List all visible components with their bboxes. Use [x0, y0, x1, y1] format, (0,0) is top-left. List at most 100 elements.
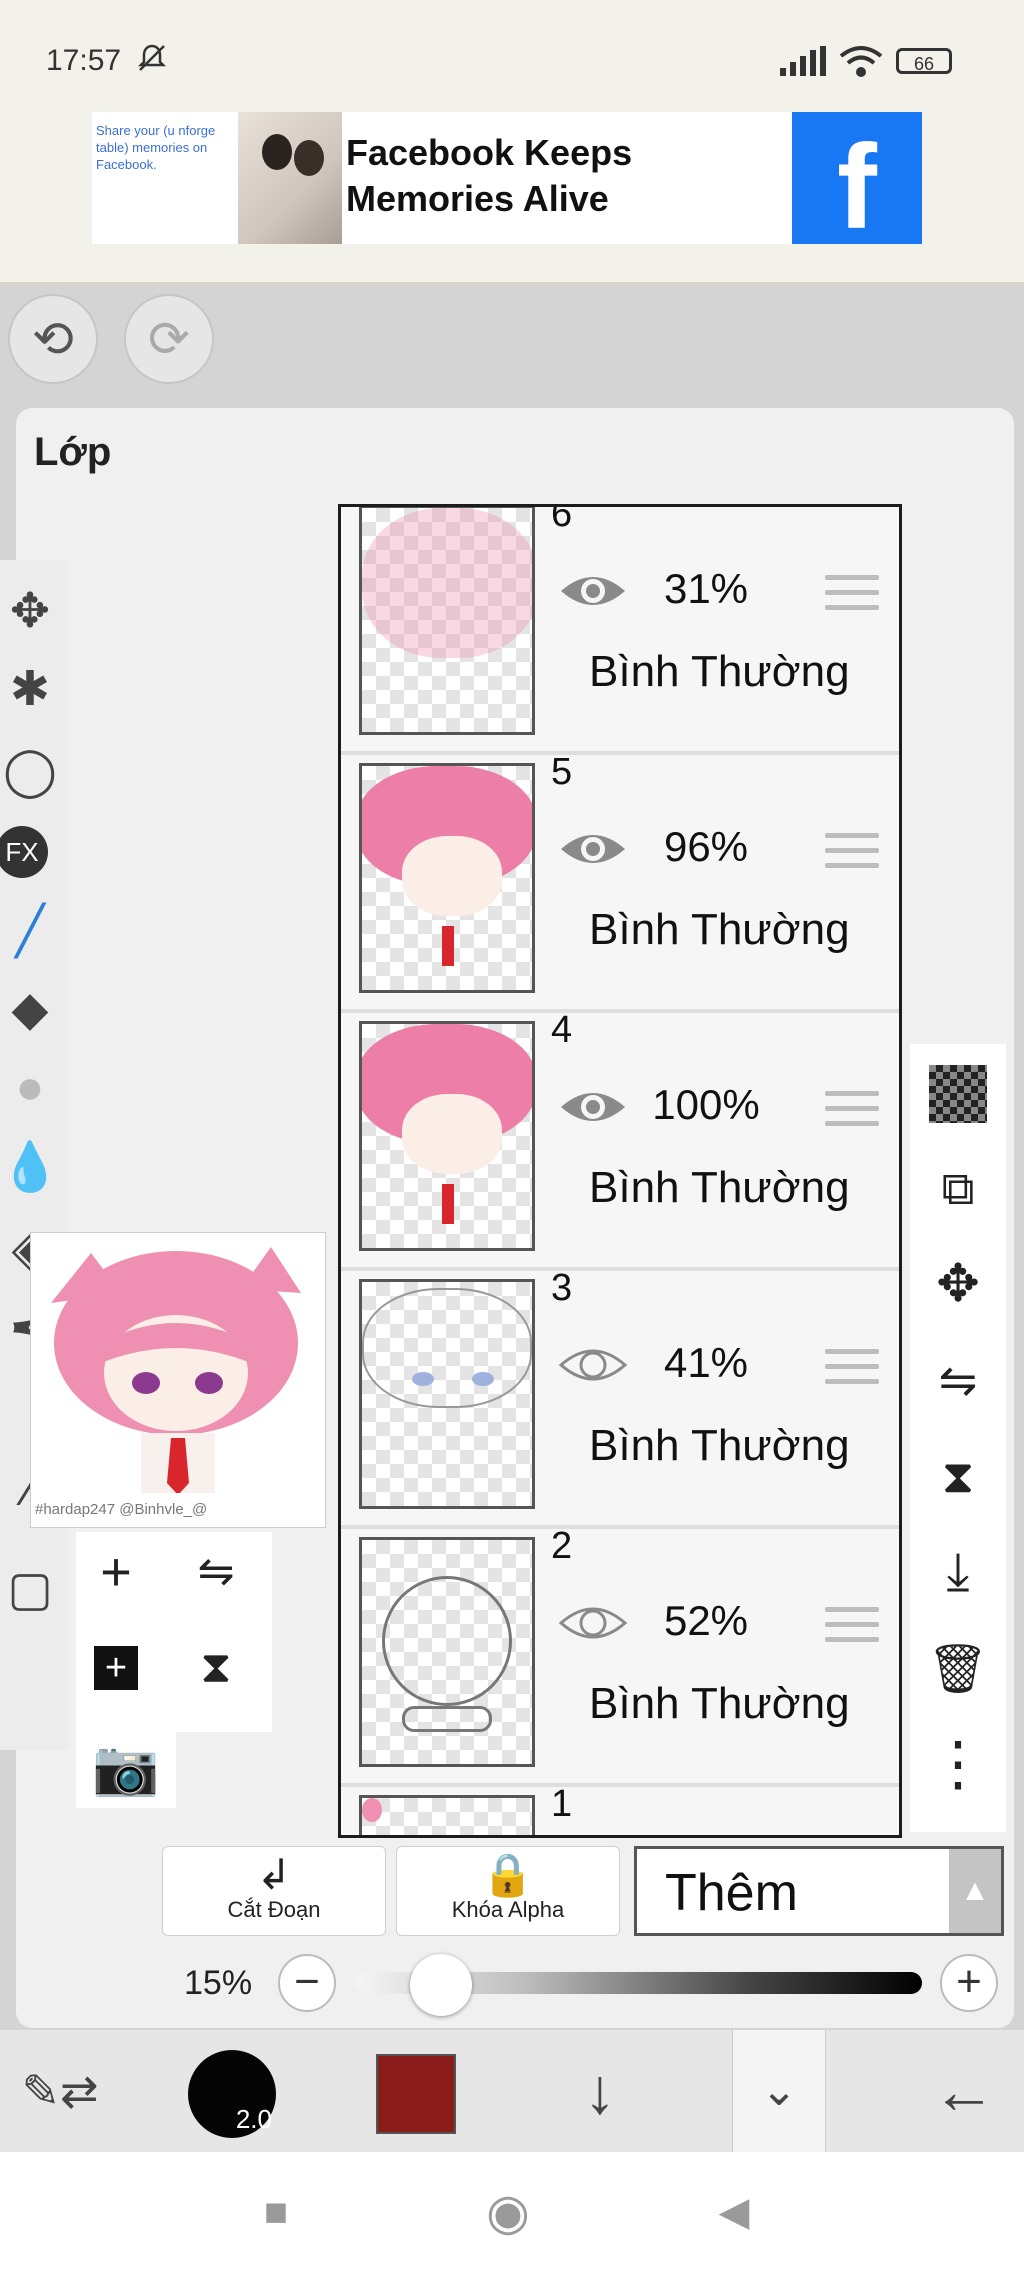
layer-opacity[interactable]: 52% [651, 1597, 761, 1645]
layer-row-4[interactable]: 4 100% Bình Thường [341, 1009, 899, 1271]
layer-number: 5 [551, 751, 573, 793]
layer-row-2[interactable]: 2 52% Bình Thường [341, 1525, 899, 1787]
ad-headline-line1: Facebook Keeps [346, 132, 633, 173]
eye-visible-icon[interactable] [559, 569, 627, 613]
character-preview-image [51, 1247, 301, 1495]
chevron-double-down-icon[interactable]: ⌄ [732, 2030, 826, 2152]
eye-hidden-icon[interactable] [559, 1601, 627, 1645]
opacity-decrease-button[interactable]: − [278, 1954, 336, 2012]
move-icon[interactable]: ✥ [910, 1244, 1006, 1324]
wifi-icon [839, 46, 883, 77]
ad-photo-person [262, 134, 292, 170]
add-layer-button[interactable]: + [76, 1532, 156, 1612]
layer-blend-mode[interactable]: Bình Thường [589, 1163, 850, 1213]
drag-handle-icon[interactable] [825, 1607, 879, 1652]
lasso-icon[interactable]: ◯ [0, 742, 60, 802]
layer-thumbnail [359, 1795, 535, 1835]
opacity-slider-thumb[interactable] [409, 1954, 472, 2016]
trash-icon[interactable]: 🗑 [910, 1630, 1006, 1710]
layer-thumbnail [359, 1537, 535, 1767]
eye-hidden-icon[interactable] [559, 1343, 627, 1387]
layer-number: 6 [551, 504, 573, 535]
layer-number: 1 [551, 1783, 573, 1825]
panel-title: Lớp [34, 430, 112, 474]
lock-icon: 🔒 [481, 1851, 535, 1898]
back-nav-icon[interactable]: ◀ [694, 2152, 774, 2273]
status-bar: 17:57 66 [0, 0, 1024, 112]
layer-number: 3 [551, 1267, 573, 1309]
magic-wand-icon[interactable]: ✱ [0, 660, 60, 720]
back-arrow-icon[interactable]: ← [914, 2030, 1014, 2152]
ad-small-text: Share your (u nforge table) memories on … [96, 123, 216, 172]
layer-thumbnail [359, 1279, 535, 1509]
ad-headline: Facebook Keeps Memories Alive [346, 130, 632, 222]
layer-row-3[interactable]: 3 41% Bình Thường [341, 1267, 899, 1529]
clipping-label: Cắt Đoạn [227, 1897, 321, 1922]
redo-button[interactable]: ⟳ [124, 294, 214, 384]
ad-photo [238, 112, 342, 244]
flip-layer-icon[interactable]: ⇋ [176, 1532, 256, 1612]
drag-handle-icon[interactable] [825, 833, 879, 878]
checker-icon[interactable] [910, 1054, 1006, 1134]
layer-number: 2 [551, 1525, 573, 1567]
recent-apps-icon[interactable]: ■ [236, 2152, 316, 2273]
clock: 17:57 [46, 44, 122, 77]
layer-opacity[interactable]: 100% [651, 1081, 761, 1129]
layer-blend-mode[interactable]: Bình Thường [589, 1679, 850, 1729]
right-tool-column: ⧉ ✥ ⇋ ⧗ ⤓ 🗑 ⋮ [910, 1044, 1006, 1832]
color-swatch[interactable] [376, 2054, 456, 2134]
brush-size-button[interactable]: 2.0 [188, 2050, 276, 2138]
alpha-lock-button[interactable]: 🔒 Khóa Alpha [396, 1846, 620, 1936]
duplicate-layer-button[interactable]: + [76, 1628, 156, 1708]
home-icon[interactable]: ◉ [468, 2152, 548, 2273]
ad-banner[interactable]: Share your (u nforge table) memories on … [92, 112, 922, 254]
layer-opacity[interactable]: 41% [651, 1339, 761, 1387]
eye-visible-icon[interactable] [559, 1085, 627, 1129]
rotate-layer-icon[interactable]: ⧗ [176, 1628, 256, 1708]
clipping-button[interactable]: ↲ Cắt Đoạn [162, 1846, 386, 1936]
preview-credit: #hardap247 @Binhvle_@ [35, 1501, 208, 1518]
drag-handle-icon[interactable] [825, 1349, 879, 1394]
eye-visible-icon[interactable] [559, 827, 627, 871]
battery-indicator: 66 [896, 48, 952, 74]
alpha-lock-label: Khóa Alpha [451, 1897, 565, 1922]
opacity-slider-row: 15% − + [0, 1950, 1024, 2020]
layer-row-5[interactable]: 5 96% Bình Thường [341, 751, 899, 1013]
more-icon[interactable]: ⋮ [910, 1734, 1006, 1814]
flip-vertical-icon[interactable]: ⧗ [910, 1436, 1006, 1516]
clip-arrow-icon: ↲ [256, 1851, 292, 1898]
brush-eraser-swap-icon[interactable]: ✎⇄ [10, 2030, 110, 2152]
left-tool-strip: ✥ ✱ ◯ FX ╱ ◆ ● 💧 ◈ ✒ ⁄ ▢ [0, 560, 68, 1750]
transfer-icon[interactable]: ⧉ [910, 1148, 1006, 1228]
undo-button[interactable]: ⟲ [8, 294, 98, 384]
bottom-toolbar: ✎⇄ 2.0 ↓ ⌄ ← [0, 2030, 1024, 2152]
fx-icon[interactable]: FX [0, 822, 60, 882]
layer-row-6[interactable]: 6 31% Bình Thường [341, 504, 899, 755]
facebook-logo-icon: f [792, 112, 922, 254]
layer-row-1[interactable]: 1 [341, 1783, 899, 1835]
drag-handle-icon[interactable] [825, 575, 879, 620]
layer-blend-mode[interactable]: Bình Thường [589, 647, 850, 697]
merge-down-icon[interactable]: ⤓ [910, 1532, 1006, 1612]
canvas-icon[interactable]: ▢ [0, 1560, 60, 1620]
smudge-icon[interactable]: ● [0, 1058, 60, 1118]
canvas-preview[interactable]: #hardap247 @Binhvle_@ [30, 1232, 326, 1528]
blur-icon[interactable]: 💧 [0, 1138, 60, 1198]
layer-list[interactable]: 6 31% Bình Thường 5 96% Bình Thường 4 10… [338, 504, 902, 1838]
camera-button[interactable]: 📷 [76, 1728, 176, 1808]
arrow-down-icon[interactable]: ↓ [550, 2030, 650, 2152]
flip-horizontal-icon[interactable]: ⇋ [910, 1340, 1006, 1420]
layer-thumbnail [359, 1021, 535, 1251]
ad-banner-area: Share your (u nforge table) memories on … [0, 112, 1024, 286]
eraser-icon[interactable]: ◆ [0, 980, 60, 1040]
layer-opacity[interactable]: 31% [651, 565, 761, 613]
layer-opacity[interactable]: 96% [651, 823, 761, 871]
blend-mode-select[interactable]: Thêm ▲ [634, 1846, 1004, 1936]
layer-blend-mode[interactable]: Bình Thường [589, 1421, 850, 1471]
opacity-increase-button[interactable]: + [940, 1954, 998, 2012]
chevron-up-icon[interactable]: ▲ [949, 1849, 1001, 1933]
layer-blend-mode[interactable]: Bình Thường [589, 905, 850, 955]
brush-icon[interactable]: ╱ [0, 902, 60, 962]
drag-handle-icon[interactable] [825, 1091, 879, 1136]
move-icon[interactable]: ✥ [0, 582, 60, 642]
